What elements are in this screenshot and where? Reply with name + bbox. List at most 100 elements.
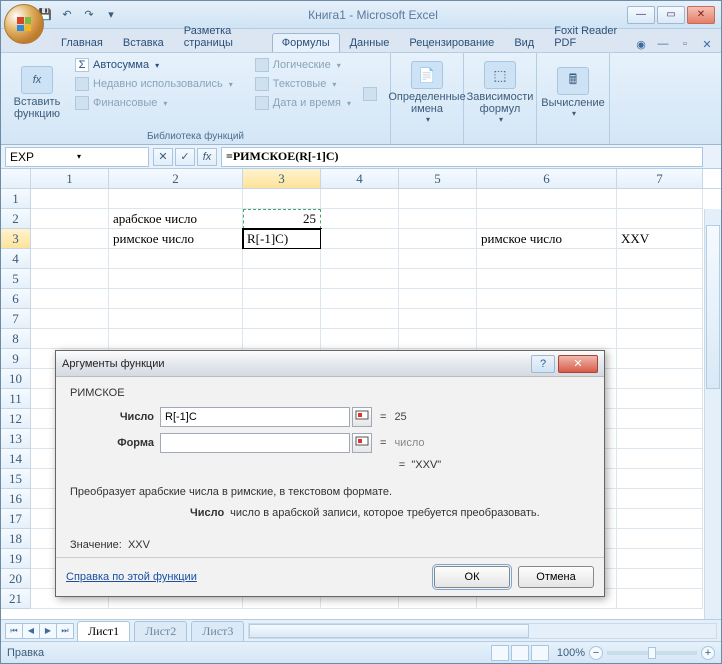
sheet-tab-3[interactable]: Лист3: [191, 621, 244, 641]
cell[interactable]: [31, 329, 109, 349]
col-header[interactable]: 4: [321, 169, 399, 188]
cell[interactable]: [617, 429, 703, 449]
cancel-formula-button[interactable]: ✕: [153, 148, 173, 166]
cancel-button[interactable]: Отмена: [518, 566, 594, 588]
chevron-down-icon[interactable]: ▾: [77, 152, 144, 161]
text-button[interactable]: Текстовые: [251, 76, 355, 92]
name-box[interactable]: EXP▾: [5, 147, 149, 167]
vertical-scrollbar[interactable]: [704, 209, 721, 619]
scroll-thumb[interactable]: [706, 225, 720, 389]
undo-icon[interactable]: ↶: [59, 7, 75, 23]
row-header[interactable]: 14: [1, 449, 31, 469]
cell[interactable]: арабское число: [109, 209, 243, 229]
tab-layout[interactable]: Разметка страницы: [174, 21, 272, 52]
cell[interactable]: [109, 269, 243, 289]
cell[interactable]: [399, 269, 477, 289]
calculation-button[interactable]: 🖩Вычисление: [543, 55, 603, 130]
sheet-tab-1[interactable]: Лист1: [77, 621, 130, 641]
cell[interactable]: [321, 329, 399, 349]
cell[interactable]: [243, 189, 321, 209]
cell[interactable]: [617, 389, 703, 409]
cell[interactable]: римское число: [477, 229, 617, 249]
recent-button[interactable]: Недавно использовались: [71, 76, 237, 92]
cell[interactable]: [109, 329, 243, 349]
logical-button[interactable]: Логические: [251, 57, 355, 73]
cell[interactable]: 25: [243, 209, 321, 229]
cell[interactable]: [617, 509, 703, 529]
cell[interactable]: [477, 269, 617, 289]
zoom-slider[interactable]: [607, 651, 697, 655]
cell[interactable]: [243, 289, 321, 309]
autosum-button[interactable]: ΣАвтосумма: [71, 57, 237, 73]
cell[interactable]: [243, 309, 321, 329]
cell[interactable]: [477, 289, 617, 309]
col-header[interactable]: 2: [109, 169, 243, 188]
office-button[interactable]: [4, 4, 44, 44]
help-icon[interactable]: ◉: [633, 36, 649, 52]
redo-icon[interactable]: ↷: [81, 7, 97, 23]
close-button[interactable]: ✕: [687, 6, 715, 24]
cell[interactable]: [31, 289, 109, 309]
row-header[interactable]: 17: [1, 509, 31, 529]
tab-foxit[interactable]: Foxit Reader PDF: [544, 21, 633, 52]
ribbon-minimize-icon[interactable]: —: [655, 36, 671, 52]
row-header[interactable]: 16: [1, 489, 31, 509]
cell[interactable]: [109, 189, 243, 209]
zoom-knob[interactable]: [648, 647, 656, 659]
arg2-collapse-button[interactable]: [352, 433, 372, 453]
cell[interactable]: [321, 229, 399, 249]
cell[interactable]: [31, 269, 109, 289]
cell[interactable]: [617, 269, 703, 289]
cell[interactable]: [617, 289, 703, 309]
row-header[interactable]: 19: [1, 549, 31, 569]
row-header[interactable]: 6: [1, 289, 31, 309]
row-header[interactable]: 8: [1, 329, 31, 349]
cell[interactable]: [321, 289, 399, 309]
col-header[interactable]: 1: [31, 169, 109, 188]
cell[interactable]: R[-1]C): [243, 229, 321, 249]
cell[interactable]: [109, 309, 243, 329]
doc-close-icon[interactable]: ✕: [699, 36, 715, 52]
tab-formulas[interactable]: Формулы: [272, 33, 340, 52]
sheet-nav-last[interactable]: ⏭: [56, 623, 74, 639]
cell[interactable]: [617, 549, 703, 569]
fx-button[interactable]: fx: [197, 148, 217, 166]
row-header[interactable]: 21: [1, 589, 31, 609]
cell[interactable]: [617, 529, 703, 549]
financial-button[interactable]: Финансовые: [71, 95, 237, 111]
arg1-collapse-button[interactable]: [352, 407, 372, 427]
row-header[interactable]: 9: [1, 349, 31, 369]
tab-home[interactable]: Главная: [51, 33, 113, 52]
cell[interactable]: [617, 249, 703, 269]
row-header[interactable]: 7: [1, 309, 31, 329]
cell[interactable]: [617, 309, 703, 329]
defined-names-button[interactable]: 📄Определенные имена: [397, 55, 457, 130]
row-header[interactable]: 1: [1, 189, 31, 209]
cell[interactable]: [321, 209, 399, 229]
cell[interactable]: римское число: [109, 229, 243, 249]
cell[interactable]: [399, 309, 477, 329]
row-header[interactable]: 12: [1, 409, 31, 429]
ok-button[interactable]: ОК: [434, 566, 510, 588]
function-help-link[interactable]: Справка по этой функции: [66, 571, 197, 583]
cell[interactable]: [617, 209, 703, 229]
cell[interactable]: [31, 309, 109, 329]
row-header[interactable]: 15: [1, 469, 31, 489]
row-header[interactable]: 11: [1, 389, 31, 409]
cell[interactable]: [321, 269, 399, 289]
accept-formula-button[interactable]: ✓: [175, 148, 195, 166]
cell[interactable]: [109, 249, 243, 269]
cell[interactable]: [399, 229, 477, 249]
cell[interactable]: [617, 409, 703, 429]
col-header[interactable]: 6: [477, 169, 617, 188]
row-header[interactable]: 13: [1, 429, 31, 449]
cell[interactable]: [477, 309, 617, 329]
dialog-help-button[interactable]: ?: [531, 355, 555, 373]
tab-data[interactable]: Данные: [340, 33, 400, 52]
more-functions-button[interactable]: [359, 86, 381, 102]
cell[interactable]: [109, 289, 243, 309]
sheet-tab-2[interactable]: Лист2: [134, 621, 187, 641]
zoom-in-button[interactable]: +: [701, 646, 715, 660]
cell[interactable]: [617, 469, 703, 489]
formula-deps-button[interactable]: ⬚Зависимости формул: [470, 55, 530, 130]
